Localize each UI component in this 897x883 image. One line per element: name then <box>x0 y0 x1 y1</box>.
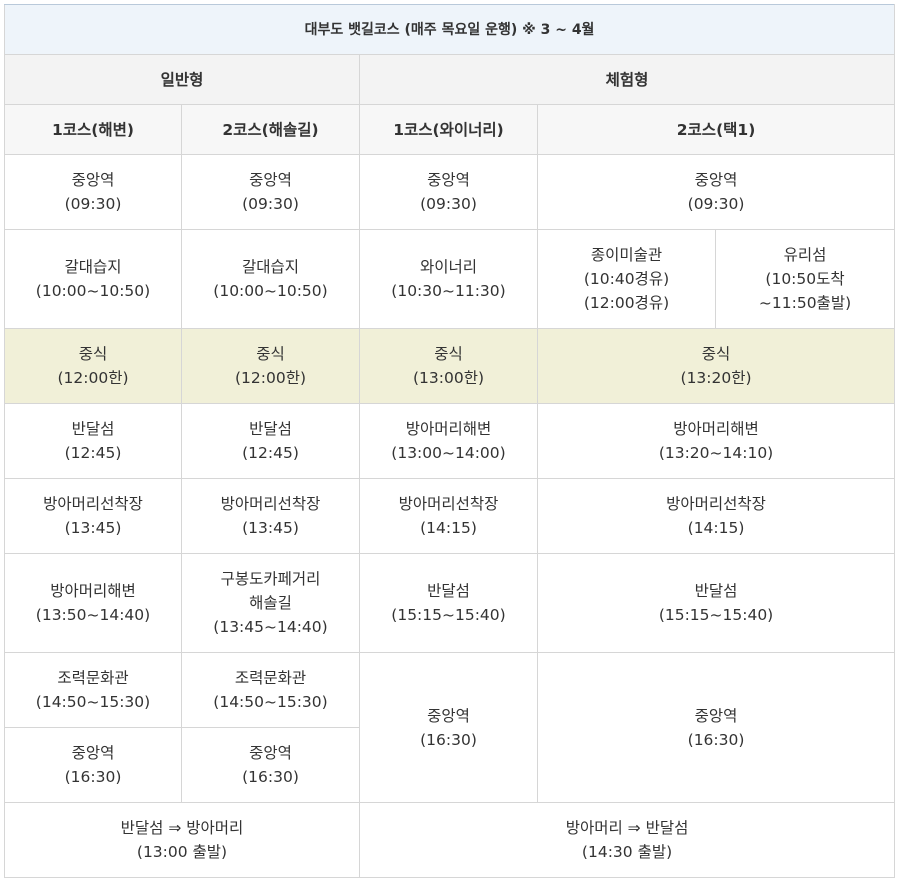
stop-cell: 조력문화관 (14:50~15:30) <box>4 652 182 728</box>
lunch-cell: 중식 (12:00한) <box>4 328 182 404</box>
stop-cell: 반달섬 (15:15~15:40) <box>359 553 538 653</box>
stop-cell: 방아머리해변 (13:20~14:10) <box>536 403 896 479</box>
stop-cell: 반달섬 (12:45) <box>181 403 360 479</box>
stop-cell: 종이미술관 (10:40경유) (12:00경유) <box>537 229 716 329</box>
course-general-1-header: 1코스(해변) <box>4 104 182 155</box>
stop-cell: 조력문화관 (14:50~15:30) <box>181 652 360 728</box>
stop-cell: 반달섬 (15:15~15:40) <box>536 553 896 653</box>
stop-cell: 방아머리선착장 (14:15) <box>536 478 896 554</box>
ferry-general-cell: 반달섬 ⇒ 방아머리 (13:00 출발) <box>4 802 360 878</box>
stop-cell: 중앙역 (16:30) <box>4 727 182 803</box>
lunch-cell: 중식 (13:00한) <box>359 328 538 404</box>
stop-cell: 중앙역 (09:30) <box>181 154 360 230</box>
course-experience-2-header: 2코스(택1) <box>536 104 896 155</box>
stop-cell: 반달섬 (12:45) <box>4 403 182 479</box>
ferry-experience-cell: 방아머리 ⇒ 반달섬 (14:30 출발) <box>358 802 896 878</box>
stop-cell: 방아머리선착장 (13:45) <box>181 478 360 554</box>
stop-cell: 방아머리선착장 (14:15) <box>359 478 538 554</box>
stop-cell: 방아머리선착장 (13:45) <box>4 478 182 554</box>
stop-cell: 구봉도카페거리 해솔길 (13:45~14:40) <box>181 553 360 653</box>
stop-cell: 중앙역 (16:30) <box>181 727 360 803</box>
course-experience-1-header: 1코스(와이너리) <box>359 104 538 155</box>
stop-cell: 중앙역 (16:30) <box>359 652 538 803</box>
group-experience-header: 체험형 <box>358 54 896 105</box>
stop-cell: 방아머리해변 (13:00~14:00) <box>359 403 538 479</box>
stop-cell: 유리섬 (10:50도착 ~11:50출발) <box>714 229 896 329</box>
course-general-2-header: 2코스(해솔길) <box>181 104 360 155</box>
stop-cell: 와이너리 (10:30~11:30) <box>359 229 538 329</box>
stop-cell: 갈대습지 (10:00~10:50) <box>181 229 360 329</box>
bus-schedule-table: 대부도 뱃길코스 (매주 목요일 운행) ※ 3 ~ 4월 일반형 체험형 1코… <box>3 4 896 878</box>
group-general-header: 일반형 <box>4 54 360 105</box>
stop-cell: 중앙역 (16:30) <box>536 652 896 803</box>
stop-cell: 중앙역 (09:30) <box>536 154 896 230</box>
stop-cell: 방아머리해변 (13:50~14:40) <box>4 553 182 653</box>
stop-cell: 중앙역 (09:30) <box>359 154 538 230</box>
table-caption: 대부도 뱃길코스 (매주 목요일 운행) ※ 3 ~ 4월 <box>3 4 896 55</box>
lunch-cell: 중식 (12:00한) <box>181 328 360 404</box>
stop-cell: 갈대습지 (10:00~10:50) <box>4 229 182 329</box>
stop-cell: 중앙역 (09:30) <box>4 154 182 230</box>
lunch-cell: 중식 (13:20한) <box>536 328 896 404</box>
